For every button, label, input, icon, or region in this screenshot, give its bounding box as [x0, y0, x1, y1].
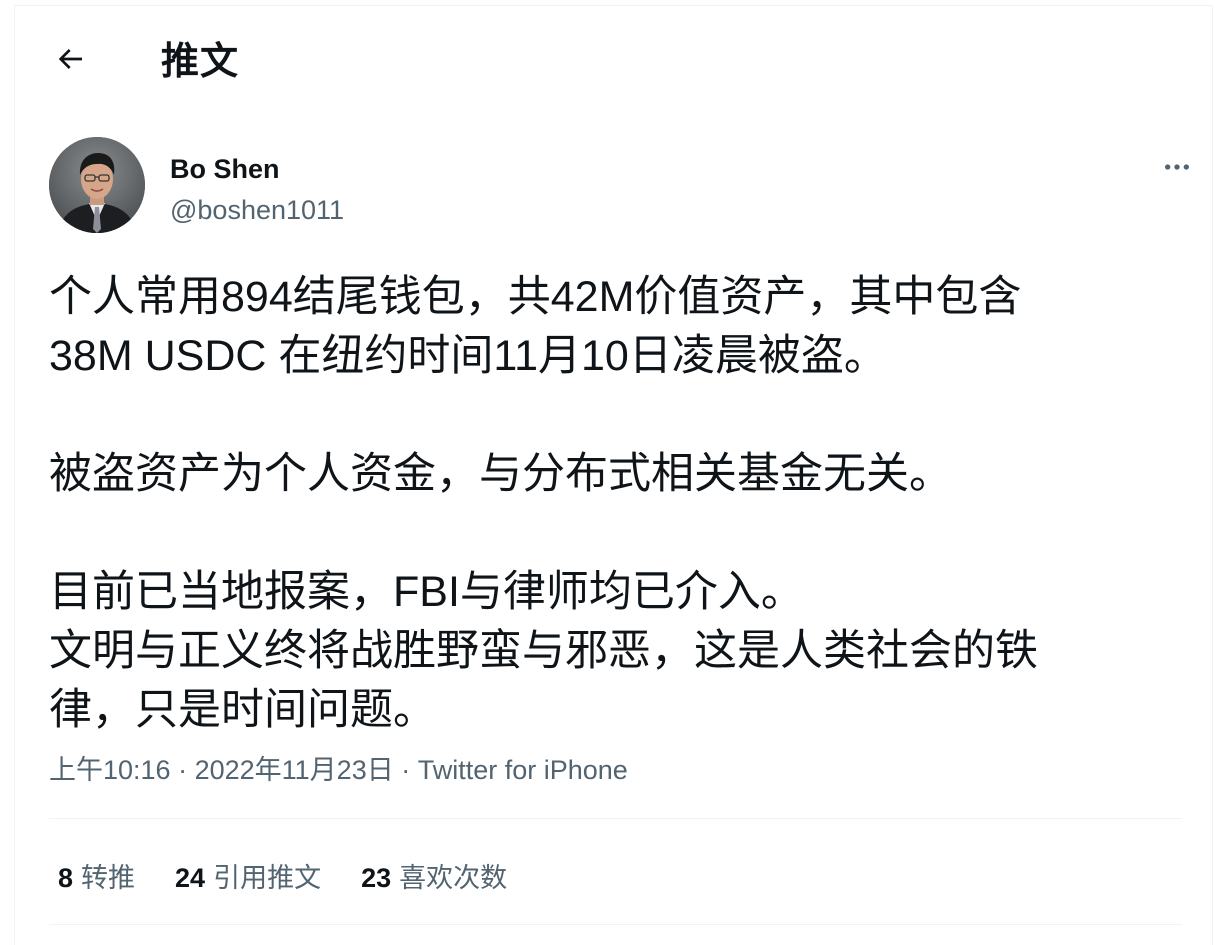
author-handle[interactable]: @boshen1011: [170, 192, 344, 228]
more-horizontal-icon: [1161, 151, 1193, 188]
quotes-label: 引用推文: [213, 863, 322, 893]
meta-separator: ·: [178, 755, 195, 785]
quotes-count: 24: [175, 863, 206, 893]
likes-stat[interactable]: 23 喜欢次数: [361, 856, 507, 900]
likes-count: 23: [361, 863, 392, 893]
meta-separator: ·: [401, 755, 418, 785]
divider: [49, 924, 1182, 925]
more-options-button[interactable]: [1155, 147, 1199, 191]
tweet-source-link[interactable]: Twitter for iPhone: [418, 755, 628, 785]
retweets-stat[interactable]: 8 转推: [58, 856, 135, 900]
avatar[interactable]: [49, 137, 145, 233]
page-title: 推文: [161, 41, 240, 83]
tweet-detail-panel: 推文 Bo Shen @boshen1011 个人常用894结尾钱包，共42M价…: [14, 5, 1213, 945]
tweet-date-link[interactable]: 2022年11月23日: [195, 755, 394, 785]
divider: [49, 818, 1182, 819]
retweets-count: 8: [58, 863, 74, 893]
likes-label: 喜欢次数: [399, 863, 508, 893]
author-display-name[interactable]: Bo Shen: [170, 151, 280, 187]
tweet-text: 个人常用894结尾钱包，共42M价值资产，其中包含 38M USDC 在纽约时间…: [49, 273, 1038, 734]
tweet-author: Bo Shen @boshen1011: [49, 137, 1199, 237]
quotes-stat[interactable]: 24 引用推文: [175, 856, 321, 900]
tweet-metadata: 上午10:16 · 2022年11月23日 · Twitter for iPho…: [49, 750, 628, 790]
retweets-label: 转推: [81, 863, 136, 893]
page-header: 推文: [15, 6, 1212, 116]
tweet-stats: 8 转推 24 引用推文 23 喜欢次数: [58, 856, 507, 900]
back-button[interactable]: [43, 34, 97, 88]
arrow-left-icon: [54, 43, 86, 80]
tweet-time-link[interactable]: 上午10:16: [49, 755, 171, 785]
